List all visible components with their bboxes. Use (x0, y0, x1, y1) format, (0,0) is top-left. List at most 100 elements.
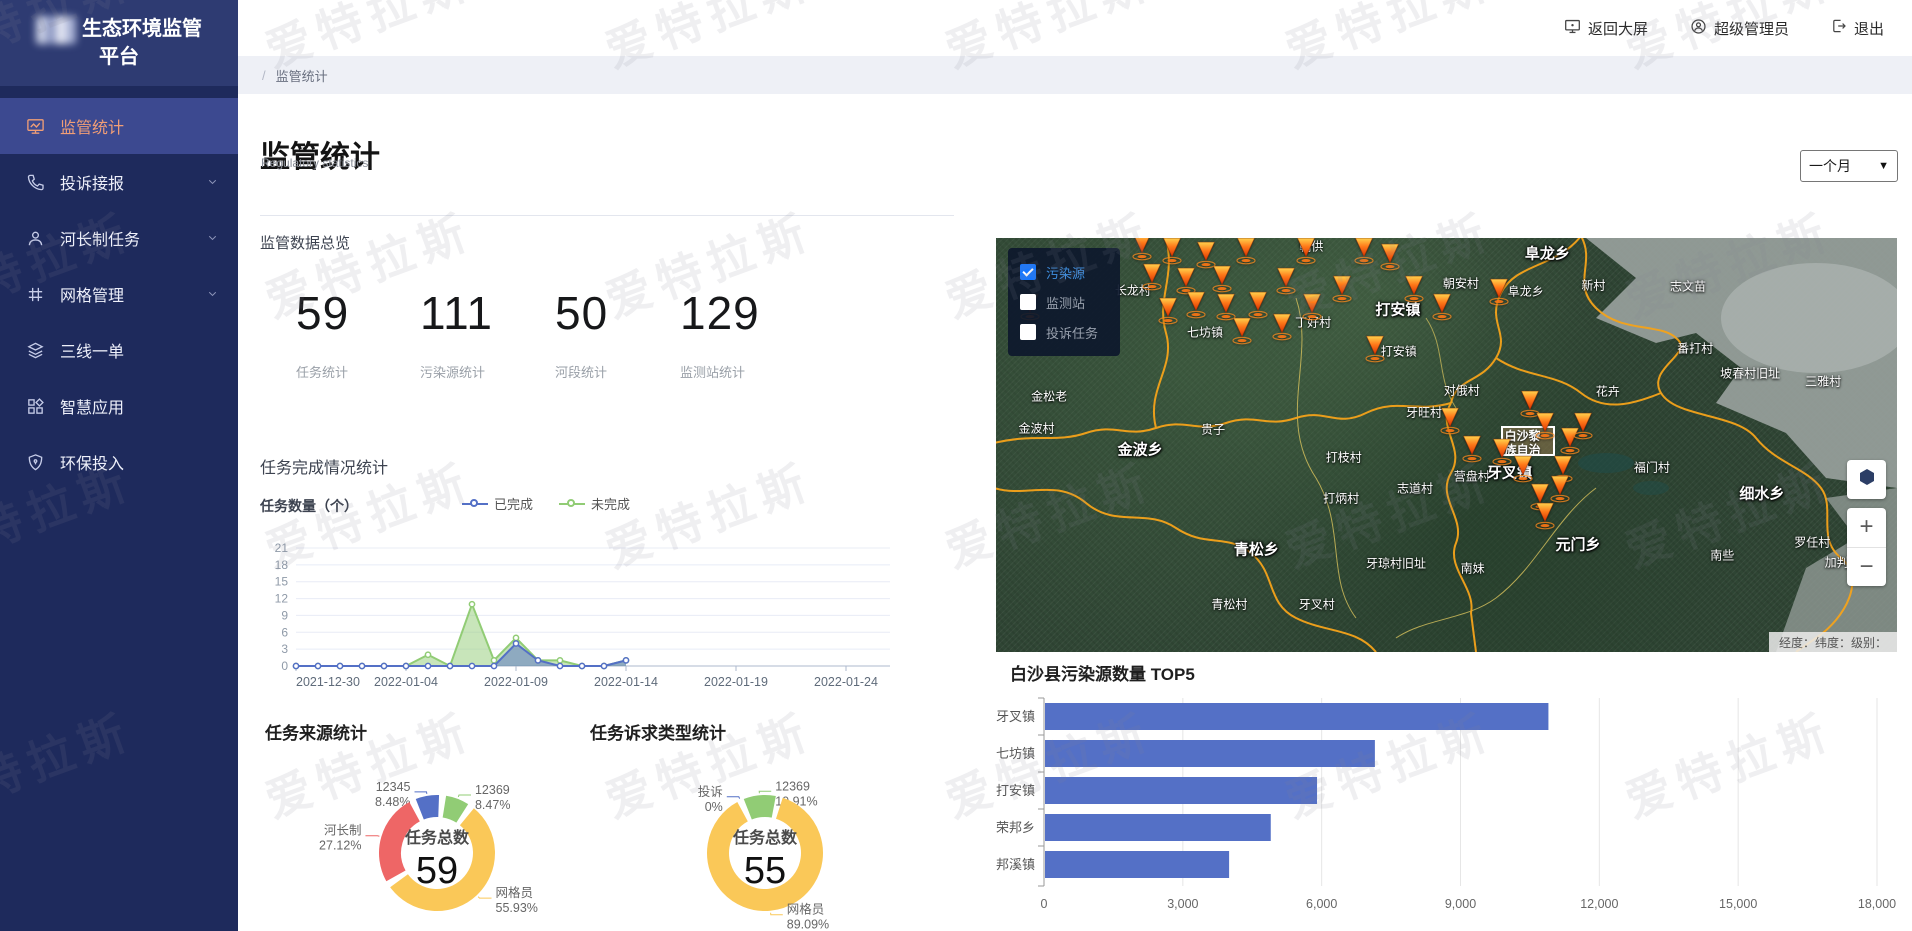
title-divider (260, 215, 954, 216)
checkbox-icon[interactable] (1020, 264, 1036, 280)
pollution-source-marker[interactable] (1294, 238, 1318, 266)
svg-text:邦溪镇: 邦溪镇 (996, 857, 1035, 872)
pollution-source-marker[interactable] (1230, 316, 1254, 346)
pollution-source-marker[interactable] (1130, 238, 1154, 261)
bar-打安镇 (1045, 777, 1317, 804)
svg-text:12: 12 (275, 592, 289, 606)
stat-label: 污染源统计 (420, 362, 560, 381)
pollution-source-marker[interactable] (1460, 433, 1484, 463)
app-title-line2: 平台 (99, 44, 139, 71)
pollution-source-marker[interactable] (1363, 334, 1387, 364)
checkbox-icon[interactable] (1020, 294, 1036, 310)
svg-text:荣邦乡: 荣邦乡 (996, 820, 1035, 835)
sidebar: 生态环境监管 平台 监管统计 投诉接报 河长制任务 网格管理 三线一单 智慧应用… (0, 0, 238, 931)
map-layer-toggle-投诉任务[interactable]: 投诉任务 (1020, 317, 1108, 347)
monitor-chart-icon (26, 116, 46, 136)
stat-label: 河段统计 (555, 362, 695, 381)
svg-text:牙叉镇: 牙叉镇 (996, 709, 1035, 724)
pollution-source-marker[interactable] (1156, 296, 1180, 326)
legend-label: 已完成 (494, 494, 533, 513)
pollution-source-marker[interactable] (1402, 274, 1426, 304)
svg-text:18,000: 18,000 (1858, 897, 1896, 911)
sidebar-item-smart-apps[interactable]: 智慧应用 (0, 378, 238, 434)
svg-text:18: 18 (275, 558, 289, 572)
zoom-in-button[interactable]: + (1847, 508, 1886, 548)
stat-value: 129 (680, 286, 820, 340)
pollution-source-marker[interactable] (1184, 289, 1208, 319)
pollution-source-marker[interactable] (1490, 436, 1514, 466)
sidebar-item-stats[interactable]: 监管统计 (0, 98, 238, 154)
svg-text:2022-01-19: 2022-01-19 (704, 675, 768, 689)
chevron-down-icon (206, 287, 220, 301)
pollution-source-marker[interactable] (1330, 274, 1354, 304)
sidebar-item-complaints[interactable]: 投诉接报 (0, 154, 238, 210)
sidebar-item-label: 网格管理 (60, 282, 206, 306)
map-layer-toggle-污染源[interactable]: 污染源 (1020, 257, 1108, 287)
svg-text:2021-12-30: 2021-12-30 (296, 675, 360, 689)
pollution-source-marker[interactable] (1352, 238, 1376, 266)
donut-center-label: 任务总数 (732, 828, 798, 847)
back-to-bigscreen-button[interactable]: 返回大屏 (1564, 18, 1648, 39)
breadcrumb-current[interactable]: 监管统计 (276, 66, 328, 85)
sidebar-item-river-chief[interactable]: 河长制任务 (0, 210, 238, 266)
layer-label: 污染源 (1046, 263, 1085, 282)
sidebar-item-three-lines[interactable]: 三线一单 (0, 322, 238, 378)
map-zoom-control: + − (1847, 508, 1886, 586)
pollution-source-marker[interactable] (1533, 411, 1557, 441)
logo-image (36, 16, 76, 44)
logout-button[interactable]: 退出 (1831, 18, 1884, 39)
pollution-source-marker[interactable] (1511, 454, 1535, 484)
pollution-source-marker[interactable] (1487, 277, 1511, 307)
sidebar-item-label: 投诉接报 (60, 170, 206, 194)
pollution-source-marker[interactable] (1533, 501, 1557, 531)
sidebar-item-grid[interactable]: 网格管理 (0, 266, 238, 322)
map-layer-toggle-监测站[interactable]: 监测站 (1020, 287, 1108, 317)
y-axis-name: 任务数量（个） (260, 496, 358, 516)
chevron-down-icon: ▼ (1878, 160, 1889, 172)
legend-item-已完成[interactable]: 已完成 (462, 494, 533, 513)
chevron-down-icon (206, 231, 220, 245)
task-request-type-donut-chart: 投诉0%1236910.91%网格员89.09%任务总数55 (595, 735, 935, 931)
svg-text:6: 6 (281, 625, 288, 639)
map-basemap-button[interactable] (1847, 460, 1886, 499)
pollution-source-marker[interactable] (1571, 411, 1595, 441)
zoom-out-button[interactable]: − (1847, 548, 1886, 587)
svg-text:网格员55.93%: 网格员55.93% (496, 885, 538, 915)
period-select[interactable]: 一个月 ▼ (1800, 150, 1898, 182)
breadcrumb: / 监管统计 (238, 56, 1912, 94)
bar-七坊镇 (1045, 740, 1375, 767)
bar-邦溪镇 (1045, 851, 1229, 878)
current-user-label: 超级管理员 (1714, 18, 1789, 39)
pollution-source-marker[interactable] (1140, 262, 1164, 292)
pollution-source-marker[interactable] (1300, 291, 1324, 321)
legend-label: 未完成 (591, 494, 630, 513)
checkbox-icon[interactable] (1020, 324, 1036, 340)
pollution-source-marker[interactable] (1234, 238, 1258, 266)
donut-center-label: 任务总数 (404, 828, 470, 847)
pollution-source-marker[interactable] (1548, 474, 1572, 504)
pollution-source-marker[interactable] (1210, 264, 1234, 294)
pollution-source-marker[interactable] (1378, 241, 1402, 271)
sidebar-item-label: 三线一单 (60, 338, 220, 362)
svg-text:2022-01-14: 2022-01-14 (594, 675, 658, 689)
map-container[interactable]: 朝供长龙村阜龙乡朝安村阜龙乡新村志文苗打安镇丁好村七坊镇打安镇对俄村番打村坡春村… (996, 238, 1897, 652)
sidebar-item-env-investment[interactable]: 环保投入 (0, 434, 238, 490)
pollution-source-marker[interactable] (1270, 312, 1294, 342)
screen-icon (1564, 18, 1581, 39)
layer-label: 监测站 (1046, 293, 1085, 312)
pollution-source-marker[interactable] (1438, 406, 1462, 436)
pollution-source-marker[interactable] (1430, 291, 1454, 321)
stat-river-sections: 50 河段统计 (555, 286, 695, 381)
svg-text:网格员89.09%: 网格员89.09% (787, 902, 829, 931)
person-icon (26, 228, 46, 248)
sidebar-menu: 监管统计 投诉接报 河长制任务 网格管理 三线一单 智慧应用 环保投入 (0, 98, 238, 490)
donut-total-value: 55 (744, 850, 786, 892)
current-user-menu[interactable]: 超级管理员 (1690, 18, 1789, 39)
logout-icon (1831, 18, 1847, 38)
pollution-source-marker[interactable] (1274, 265, 1298, 295)
legend-item-未完成[interactable]: 未完成 (559, 494, 630, 513)
svg-text:21: 21 (275, 541, 289, 555)
pollution-top5-title: 白沙县污染源数量 TOP5 (1010, 660, 1195, 685)
svg-text:9: 9 (281, 608, 288, 622)
logout-label: 退出 (1854, 18, 1884, 39)
